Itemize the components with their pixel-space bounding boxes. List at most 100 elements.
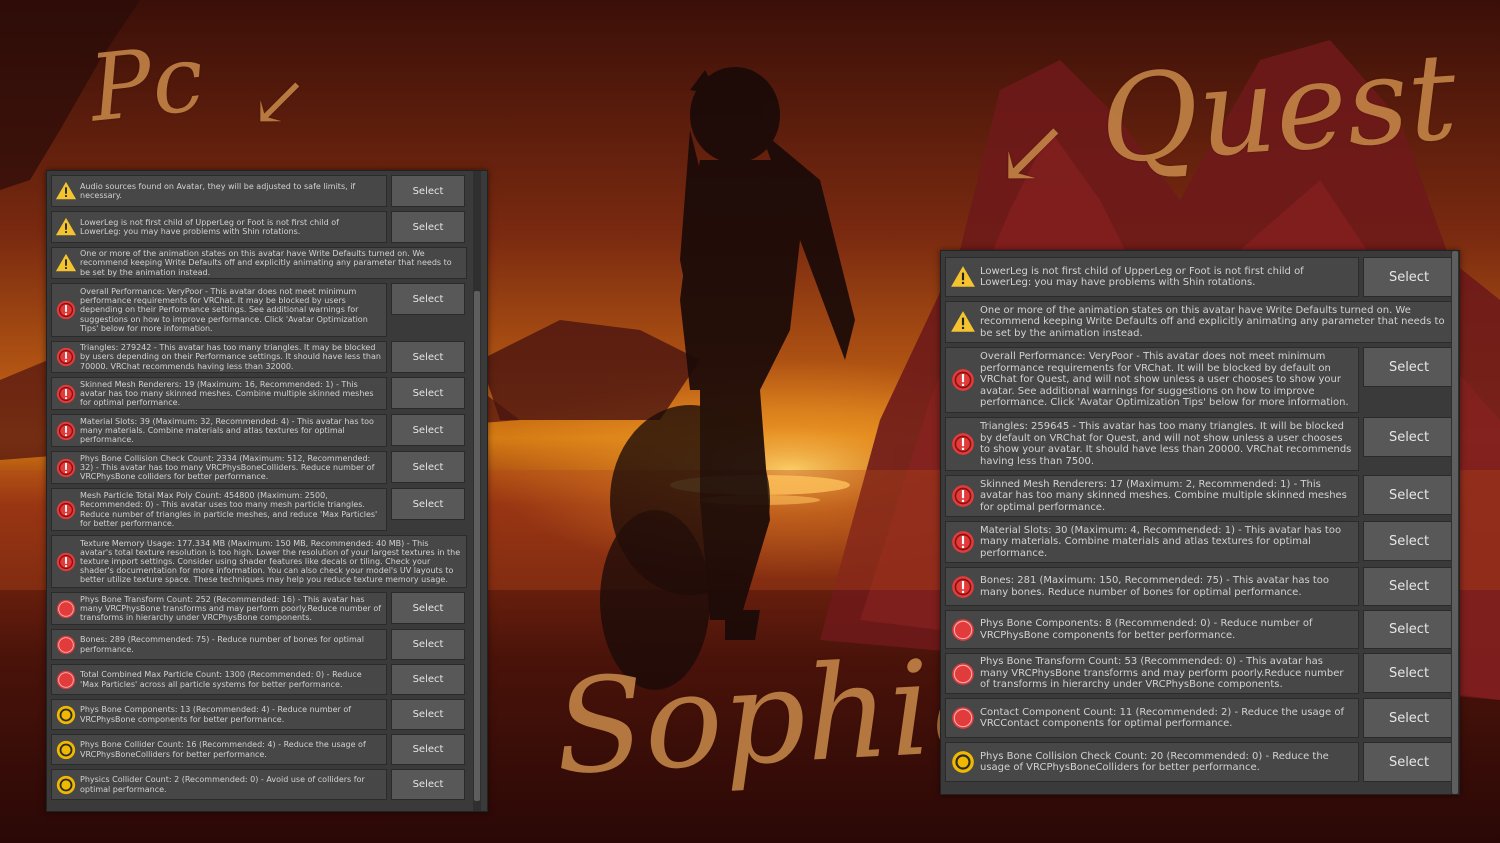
validation-row: Bones: 289 (Recommended: 75) - Reduce nu… [51,629,465,660]
validation-message-text: Mesh Particle Total Max Poly Count: 4548… [80,491,378,528]
error-icon [52,346,80,368]
validation-message: LowerLeg is not first child of UpperLeg … [945,257,1359,297]
select-button[interactable]: Select [391,488,465,520]
validation-row: Phys Bone Components: 13 (Recommended: 4… [51,699,465,730]
select-button[interactable]: Select [391,734,465,765]
validation-message: Phys Bone Transform Count: 252 (Recommen… [51,592,387,625]
validation-row: Phys Bone Components: 8 (Recommended: 0)… [945,610,1455,649]
scrollbar-thumb[interactable] [1452,251,1458,794]
validation-message: Texture Memory Usage: 177.334 MB (Maximu… [51,535,467,588]
select-button[interactable]: Select [391,664,465,695]
validation-message-text: Phys Bone Components: 13 (Recommended: 4… [80,705,352,724]
error-icon [946,367,980,393]
validation-message-text: Bones: 289 (Recommended: 75) - Reduce nu… [80,635,364,654]
error-icon [946,431,980,457]
validation-message: Phys Bone Components: 8 (Recommended: 0)… [945,610,1359,649]
error-icon [52,499,80,521]
stop-icon [946,617,980,643]
validation-row: Total Combined Max Particle Count: 1300 … [51,664,465,695]
scrollbar[interactable] [473,171,481,811]
validation-row: Skinned Mesh Renderers: 17 (Maximum: 2, … [945,475,1455,517]
error-icon [946,529,980,555]
info-ring-icon [52,704,80,726]
select-button[interactable]: Select [391,283,465,315]
validation-message-text: Overall Performance: VeryPoor - This ava… [80,287,368,333]
validation-message-text: Texture Memory Usage: 177.334 MB (Maximu… [80,538,461,585]
validation-row: Physics Collider Count: 2 (Recommended: … [51,769,465,800]
validation-row: Texture Memory Usage: 177.334 MB (Maximu… [51,535,467,588]
select-button[interactable]: Select [391,341,465,373]
validation-message: Overall Performance: VeryPoor - This ava… [945,347,1359,413]
validation-row: Material Slots: 39 (Maximum: 32, Recomme… [51,414,465,447]
validation-message: Skinned Mesh Renderers: 19 (Maximum: 16,… [51,377,387,410]
validation-message: Phys Bone Collision Check Count: 20 (Rec… [945,742,1359,782]
scrollbar-thumb[interactable] [474,291,480,801]
error-icon [52,420,80,442]
validation-message-text: Triangles: 279242 - This avatar has too … [80,343,381,371]
validation-message: Bones: 281 (Maximum: 150, Recommended: 7… [945,567,1359,606]
validation-message-text: One or more of the animation states on t… [80,249,452,277]
warning-icon [52,180,80,202]
quest-validation-panel: LowerLeg is not first child of UpperLeg … [940,250,1460,795]
error-icon [946,574,980,600]
validation-row: Overall Performance: VeryPoor - This ava… [945,347,1455,413]
validation-message: Overall Performance: VeryPoor - This ava… [51,283,387,337]
validation-message-text: Phys Bone Collider Count: 16 (Recommende… [80,740,366,759]
info-ring-icon [52,739,80,761]
select-button[interactable]: Select [1363,347,1455,387]
validation-message-text: Physics Collider Count: 2 (Recommended: … [80,775,365,794]
validation-message-text: Phys Bone Collision Check Count: 20 (Rec… [980,750,1329,774]
select-button[interactable]: Select [391,699,465,730]
select-button[interactable]: Select [1363,698,1455,738]
validation-message-text: Total Combined Max Particle Count: 1300 … [80,670,362,689]
stop-icon [946,661,980,687]
validation-row: Triangles: 259645 - This avatar has too … [945,417,1455,471]
warning-icon [946,309,980,335]
validation-message-text: Material Slots: 30 (Maximum: 4, Recommen… [980,524,1342,559]
validation-message: Skinned Mesh Renderers: 17 (Maximum: 2, … [945,475,1359,517]
validation-message: One or more of the animation states on t… [51,247,467,279]
error-icon [52,383,80,405]
select-button[interactable]: Select [391,629,465,660]
validation-message-text: Triangles: 259645 - This avatar has too … [980,421,1352,467]
select-button[interactable]: Select [1363,521,1455,561]
select-button[interactable]: Select [1363,567,1455,606]
validation-message: Phys Bone Transform Count: 53 (Recommend… [945,653,1359,694]
error-icon [52,457,80,479]
select-button[interactable]: Select [1363,417,1455,457]
warning-icon [52,252,80,274]
select-button[interactable]: Select [1363,742,1455,782]
select-button[interactable]: Select [391,377,465,409]
validation-message-text: Phys Bone Transform Count: 53 (Recommend… [980,656,1344,691]
select-button[interactable]: Select [391,175,465,207]
select-button[interactable]: Select [391,451,465,483]
avatar-silhouette [600,67,855,690]
validation-row: Phys Bone Transform Count: 53 (Recommend… [945,653,1455,694]
validation-message-text: Material Slots: 39 (Maximum: 32, Recomme… [80,416,374,445]
validation-row: LowerLeg is not first child of UpperLeg … [945,257,1455,297]
select-button[interactable]: Select [391,414,465,446]
validation-row: Overall Performance: VeryPoor - This ava… [51,283,465,337]
select-button[interactable]: Select [391,592,465,624]
info-ring-icon [946,749,980,775]
select-button[interactable]: Select [391,769,465,800]
pc-validation-panel: Audio sources found on Avatar, they will… [46,170,488,812]
validation-message-text: Contact Component Count: 11 (Recommended… [980,706,1344,730]
arrow-down-left-icon: ↙ [250,60,309,142]
validation-row: One or more of the animation states on t… [51,247,467,279]
scrollbar[interactable] [1451,251,1459,794]
validation-message-text: Skinned Mesh Renderers: 17 (Maximum: 2, … [980,478,1347,513]
quest-heading: Quest [1095,27,1461,192]
validation-message: Contact Component Count: 11 (Recommended… [945,698,1359,738]
validation-message: One or more of the animation states on t… [945,301,1453,343]
select-button[interactable]: Select [1363,257,1455,297]
validation-row: Material Slots: 30 (Maximum: 4, Recommen… [945,521,1455,563]
select-button[interactable]: Select [1363,610,1455,649]
validation-row: Skinned Mesh Renderers: 19 (Maximum: 16,… [51,377,465,410]
select-button[interactable]: Select [391,211,465,243]
validation-message: Audio sources found on Avatar, they will… [51,175,387,207]
select-button[interactable]: Select [1363,475,1455,515]
error-icon [52,551,80,573]
validation-message: LowerLeg is not first child of UpperLeg … [51,211,387,243]
select-button[interactable]: Select [1363,653,1455,693]
